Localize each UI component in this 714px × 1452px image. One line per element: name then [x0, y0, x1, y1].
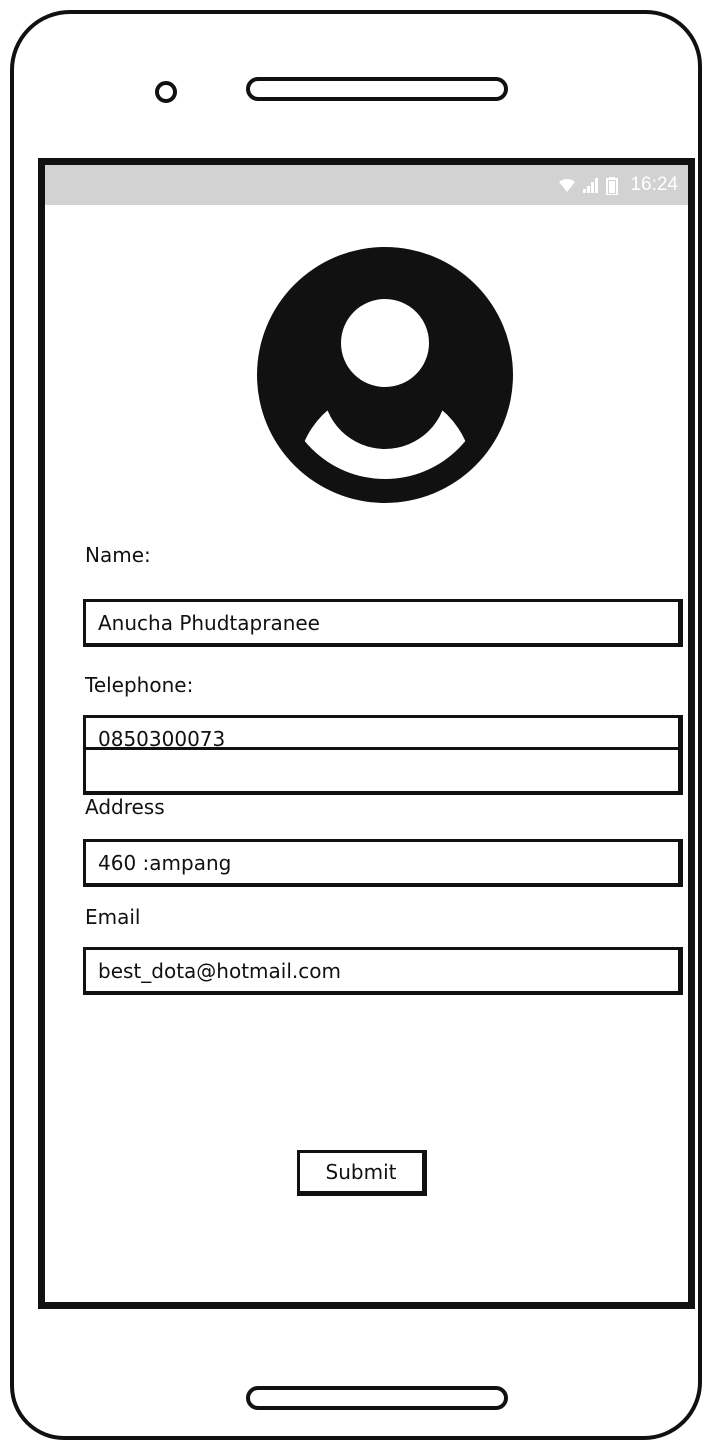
- phone-screen: 16:24 Name: Anucha Phudtapranee Telephon…: [38, 158, 695, 1309]
- email-field[interactable]: best_dota@hotmail.com: [83, 947, 683, 995]
- camera-icon: [155, 81, 177, 103]
- user-avatar-icon: [255, 245, 515, 505]
- name-field[interactable]: Anucha Phudtapranee: [83, 599, 683, 647]
- submit-button[interactable]: Submit: [297, 1150, 427, 1196]
- telephone-label: Telephone:: [85, 673, 194, 697]
- address-field[interactable]: 460 :ampang: [83, 839, 683, 887]
- status-time: 16:24: [630, 174, 678, 195]
- speaker-grille: [246, 77, 508, 101]
- email-label: Email: [85, 905, 141, 929]
- email-field-placeholder-hidden: [83, 747, 683, 795]
- battery-icon: [606, 177, 624, 196]
- name-label: Name:: [85, 543, 151, 567]
- wifi-icon: [558, 177, 576, 193]
- address-label: Address: [85, 795, 165, 819]
- home-button[interactable]: [246, 1386, 508, 1410]
- status-bar: 16:24: [45, 165, 688, 205]
- signal-icon: [582, 177, 600, 193]
